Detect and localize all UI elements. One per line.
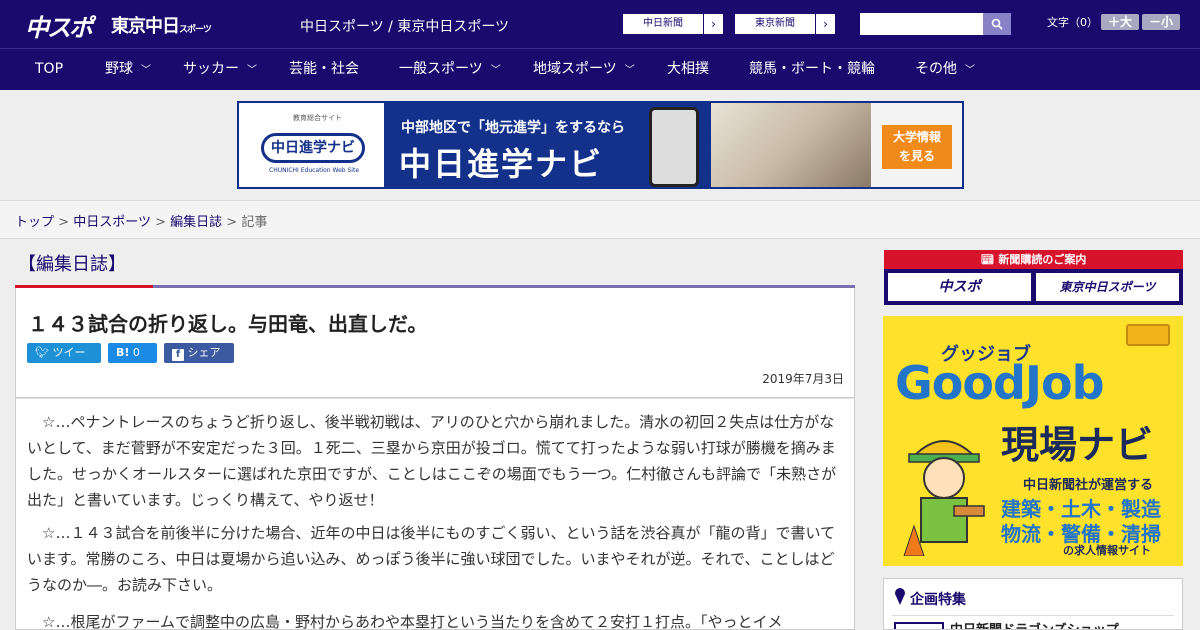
tokyo-logo-text: 東京中日 — [111, 16, 180, 37]
facebook-label: シェア — [187, 346, 221, 359]
section-title: 【編集日誌】 — [18, 254, 126, 275]
nav-item-racing[interactable]: 競馬・ボート・競輪 — [749, 49, 875, 90]
subscription-head: 📰︎ 新聞購読のご案内 — [884, 250, 1183, 269]
nav-label: 野球 — [105, 61, 133, 77]
facebook-share-button[interactable]: f シェア 1 — [164, 343, 234, 379]
chevron-down-icon: ﹀ — [965, 65, 975, 76]
breadcrumb-separator: > — [155, 215, 166, 230]
breadcrumb: トップ > 中日スポーツ > 編集日誌 > 記事 — [15, 211, 267, 230]
ribbon-icon — [895, 588, 905, 605]
chevron-down-icon: ﹀ — [624, 65, 635, 76]
top-header: 中スポ 東京中日スポーツ 中日スポーツ / 東京中日スポーツ 中日新聞 › 東京… — [0, 0, 1200, 48]
nav-label: 競馬・ボート・競輪 — [749, 61, 875, 77]
divider — [892, 615, 1174, 616]
special-item-thumbnail[interactable] — [894, 622, 944, 629]
banner-cta-button[interactable]: 大学情報 を見る — [882, 125, 952, 169]
hatena-icon: B! — [116, 346, 130, 359]
cta-line2: を見る — [898, 149, 935, 163]
banner-logo: 教育総合サイト 中日進学ナビ CHUNICHI Education Web Si… — [239, 103, 384, 187]
hatena-bookmark-button[interactable]: B! 0 — [108, 343, 157, 363]
goodjob-line4: の求人情報サイト — [1063, 544, 1151, 557]
nav-label: その他 — [915, 61, 957, 77]
article-paragraph: ☆…根尾がファームで調整中の広島・野村からあわや本塁打という当たりを含めて２安打… — [27, 613, 783, 630]
worker-illustration — [903, 440, 985, 556]
chevron-down-icon: ﹀ — [490, 65, 501, 76]
article-paragraph: ☆…１４３試合を前後半に分けた場合、近年の中日は後半にものすごく弱い、という話を… — [27, 524, 836, 594]
nav-label: 大相撲 — [667, 61, 709, 77]
subscription-head-label: 新聞購読のご案内 — [998, 253, 1087, 266]
tokyo-logo-suffix: スポーツ — [179, 25, 212, 35]
goodjob-ad[interactable]: グッジョブ GoodJob 現場ナビ 中日新聞社が運営する 建築・土木・製造 物… — [883, 316, 1183, 566]
nav-item-entertainment[interactable]: 芸能・社会 — [289, 49, 359, 90]
shingaku-navi-banner[interactable]: 教育総合サイト 中日進学ナビ CHUNICHI Education Web Si… — [237, 101, 964, 189]
nav-item-local-sports[interactable]: 地域スポーツ ﹀ — [533, 49, 635, 90]
chunichi-shimbun-link[interactable]: 中日新聞 › — [622, 13, 724, 35]
breadcrumb-separator: > — [58, 215, 70, 230]
goodjob-subtitle: 現場ナビ — [1001, 423, 1154, 467]
chevron-down-icon: ﹀ — [247, 65, 257, 76]
nav-label: サッカー — [183, 61, 239, 77]
nav-item-top[interactable]: TOP — [35, 49, 63, 90]
tokyo-shimbun-link[interactable]: 東京新聞 › — [734, 13, 836, 35]
nav-item-general-sports[interactable]: 一般スポーツ ﹀ — [399, 49, 501, 90]
breadcrumb-link-chuspo[interactable]: 中日スポーツ — [73, 215, 151, 230]
facebook-icon: f — [172, 349, 184, 361]
font-smaller-button[interactable]: －小 — [1142, 14, 1180, 30]
nav-label: TOP — [35, 61, 64, 77]
article-date: 2019年7月3日 — [762, 372, 844, 386]
newspaper-icon: 📰︎ — [980, 253, 999, 266]
cta-line1: 大学情報 — [892, 130, 941, 144]
banner-logo-sub: 教育総合サイト — [293, 114, 342, 122]
article-body: ☆…ペナントレースのちょうど折り返し、後半戦初戦は、アリのひと穴から崩れました。… — [15, 398, 855, 630]
nav-label: 芸能・社会 — [289, 61, 359, 77]
subscription-box: 📰︎ 新聞購読のご案内 中スポ 東京中日スポーツ — [884, 250, 1183, 305]
search-button[interactable] — [983, 13, 1011, 35]
nav-label: 地域スポーツ — [533, 61, 617, 77]
chevron-right-icon: › — [703, 14, 723, 34]
breadcrumb-link-top[interactable]: トップ — [15, 215, 54, 230]
nav-item-other[interactable]: その他 ﹀ — [915, 49, 975, 90]
search-input[interactable] — [860, 13, 983, 35]
tokyo-chunichi-logo[interactable]: 東京中日スポーツ — [111, 12, 212, 38]
tokyo-shimbun-label: 東京新聞 — [755, 18, 795, 29]
article-title: １４３試合の折り返し。与田竜、出直しだ。 — [28, 312, 428, 336]
article-header: １４３試合の折り返し。与田竜、出直しだ。 🐦︎ ツイート B! 0 f シェア … — [15, 288, 855, 398]
goodjob-line1: 中日新聞社が運営する — [1023, 478, 1154, 493]
smartphone-image — [649, 107, 699, 187]
nav-label: 一般スポーツ — [399, 61, 483, 77]
breadcrumb-link-diary[interactable]: 編集日誌 — [170, 215, 222, 230]
truck-icon — [1126, 324, 1170, 346]
tweet-button[interactable]: 🐦︎ ツイート — [27, 343, 101, 379]
article-paragraph: ☆…ペナントレースのちょうど折り返し、後半戦初戦は、アリのひと穴から崩れました。… — [27, 413, 837, 509]
breadcrumb-bar: トップ > 中日スポーツ > 編集日誌 > 記事 — [0, 200, 1200, 239]
breadcrumb-separator: > — [226, 215, 238, 230]
site-names: 中日スポーツ / 東京中日スポーツ — [300, 19, 510, 35]
nav-item-sumo[interactable]: 大相撲 — [667, 49, 709, 90]
main-nav: TOP 野球 ﹀ サッカー ﹀ 芸能・社会 一般スポーツ ﹀ 地域スポーツ ﹀ 大相撲 … — [0, 48, 1200, 90]
font-larger-button[interactable]: ＋大 — [1101, 14, 1139, 30]
breadcrumb-current: 記事 — [241, 215, 268, 230]
subscribe-tokyo-button[interactable]: 東京中日スポーツ — [1036, 273, 1179, 301]
banner-catch: 中部地区で「地元進学」をするなら — [401, 120, 625, 136]
chevron-right-icon: › — [815, 14, 835, 34]
chevron-down-icon: ﹀ — [141, 65, 151, 76]
nav-item-soccer[interactable]: サッカー ﹀ — [183, 49, 257, 90]
banner-title: 中日進学ナビ — [399, 145, 604, 183]
special-item-link[interactable]: 中日新聞ドラゴンズショップ — [950, 619, 1119, 629]
students-photo — [711, 103, 871, 187]
goodjob-title: GoodJob — [895, 356, 1105, 410]
banner-logo-main: 中日進学ナビ — [261, 133, 365, 163]
hatena-count: 0 — [132, 346, 140, 359]
subscribe-chuspo-button[interactable]: 中スポ — [888, 273, 1031, 301]
chuspo-logo[interactable]: 中スポ — [25, 8, 93, 43]
nav-item-baseball[interactable]: 野球 ﹀ — [105, 49, 151, 90]
search-icon — [991, 18, 1003, 30]
banner-logo-en: CHUNICHI Education Web Site — [269, 167, 360, 174]
font-size-label: 文字（0） — [1047, 16, 1098, 29]
chunichi-shimbun-label: 中日新聞 — [643, 18, 683, 29]
special-features-title: 企画特集 — [910, 592, 966, 608]
twitter-icon: 🐦︎ — [35, 346, 53, 359]
special-features-box: 企画特集 中日新聞ドラゴンズショップ — [883, 578, 1183, 630]
facebook-count: 1 — [172, 366, 179, 379]
